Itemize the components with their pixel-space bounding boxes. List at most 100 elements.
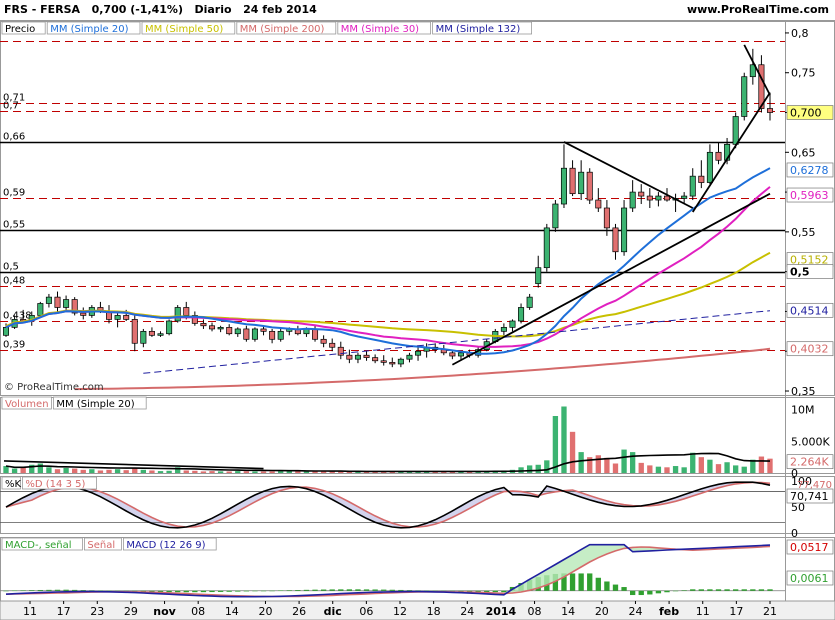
- copyright-text: © ProRealTime.com: [4, 382, 104, 393]
- x-tick-label: 17: [57, 605, 71, 618]
- candle: [766, 108, 774, 113]
- macd-histogram-bar: [372, 589, 378, 591]
- candle: [372, 357, 379, 362]
- macd-histogram-bar: [647, 590, 653, 595]
- macd-histogram-bar: [46, 589, 52, 591]
- volume-bar: [552, 416, 559, 473]
- candle: [457, 352, 464, 357]
- candle: [200, 323, 207, 327]
- x-tick-label: 29: [124, 605, 138, 618]
- candle: [535, 267, 542, 284]
- volume-bar: [46, 467, 52, 473]
- candle: [131, 319, 138, 344]
- candle: [114, 315, 121, 320]
- price-marker-label: 0,700: [790, 107, 822, 120]
- x-tick-label: 14: [561, 605, 575, 618]
- macd-histogram-bar: [346, 589, 353, 591]
- level-label: 0,59: [3, 188, 25, 199]
- candle: [123, 315, 130, 320]
- price-marker-label: 0,4032: [790, 343, 829, 356]
- volume-bar: [295, 471, 301, 473]
- x-tick-label: 17: [729, 605, 743, 618]
- x-tick-label: 12: [393, 605, 407, 618]
- price-tick-label: 0,65: [791, 146, 816, 159]
- macd-histogram-bar: [29, 590, 35, 591]
- volume-bar: [80, 469, 86, 473]
- candle: [363, 354, 370, 358]
- macd-histogram-bar: [200, 590, 207, 593]
- x-tick-label: feb: [659, 605, 679, 618]
- header-period: Diario: [194, 3, 232, 16]
- price-legend-label: MM (Simple 20): [50, 24, 128, 35]
- volume-bar: [638, 462, 644, 473]
- x-tick-label: nov: [153, 605, 176, 618]
- price-legend-label: MM (Simple 50): [145, 24, 223, 35]
- volume-bar: [286, 471, 292, 473]
- volume-bar: [741, 466, 747, 473]
- candle: [543, 227, 550, 269]
- macd-histogram-bar: [758, 589, 765, 591]
- price-tick-label: 0,35: [791, 385, 816, 398]
- price-marker-label: 0,5963: [790, 189, 829, 202]
- candle: [389, 362, 396, 365]
- macd-histogram-bar: [741, 589, 747, 591]
- macd-histogram-bar: [217, 590, 224, 592]
- level-label: 0,5: [3, 262, 19, 273]
- volume-legend-label: Volumen: [5, 399, 49, 410]
- candle: [638, 191, 645, 197]
- volume-bar: [235, 471, 241, 473]
- macd-histogram-bar: [733, 589, 739, 591]
- candle: [209, 325, 216, 330]
- macd-histogram-bar: [286, 590, 292, 591]
- macd-histogram-bar: [260, 590, 267, 592]
- macd-histogram-bar: [707, 589, 713, 591]
- volume-bar: [200, 471, 207, 473]
- candle: [157, 333, 164, 336]
- macd-histogram-bar: [587, 573, 593, 591]
- candle: [269, 330, 276, 340]
- stoch-tick-label: 0: [791, 527, 798, 540]
- macd-histogram-bar: [406, 590, 413, 591]
- volume-bar: [149, 470, 155, 473]
- macd-histogram-bar: [715, 589, 722, 591]
- price-marker-label: 0,5: [790, 266, 810, 279]
- chart-title: FRS - FERSA 0,700 (-1,41%) Diario 24 feb…: [4, 3, 317, 16]
- volume-bar: [595, 455, 601, 473]
- candle: [578, 171, 585, 195]
- candle: [54, 296, 61, 308]
- volume-bar: [140, 469, 147, 473]
- volume-bar: [123, 470, 129, 473]
- x-tick-label: 2014: [486, 605, 517, 618]
- macd-histogram-bar: [192, 590, 198, 593]
- volume-bar: [89, 469, 95, 473]
- price-marker-label: 0,6278: [790, 164, 829, 177]
- macd-histogram-bar: [672, 590, 679, 592]
- volume-bar: [269, 471, 275, 473]
- site-label: www.ProRealTime.com: [686, 3, 829, 16]
- candle: [217, 327, 224, 330]
- volume-bar: [690, 452, 696, 473]
- candle: [741, 76, 748, 117]
- x-tick-label: 14: [225, 605, 239, 618]
- candle: [406, 354, 413, 360]
- level-label: 0,39: [3, 340, 25, 351]
- candle: [500, 327, 507, 332]
- candle: [329, 342, 336, 348]
- macd-histogram-bar: [269, 590, 275, 592]
- x-tick-label: 08: [528, 605, 542, 618]
- chart-header: FRS - FERSA 0,700 (-1,41%) Diario 24 feb…: [0, 0, 835, 21]
- level-label: 0,66: [3, 132, 25, 143]
- candle: [37, 303, 44, 316]
- candle: [140, 330, 147, 344]
- macd-histogram-bar: [209, 590, 215, 593]
- level-label: 0,55: [3, 220, 25, 231]
- volume-bar: [578, 452, 584, 473]
- volume-bar: [54, 469, 61, 473]
- volume-bar: [544, 460, 550, 473]
- price-tick-label: 0,75: [791, 67, 816, 80]
- macd-histogram-bar: [698, 589, 704, 591]
- stoch-legend-label: %D (14 3 5): [25, 479, 85, 490]
- macd-histogram-bar: [681, 590, 687, 591]
- candle: [251, 328, 258, 340]
- x-tick-label: 18: [427, 605, 441, 618]
